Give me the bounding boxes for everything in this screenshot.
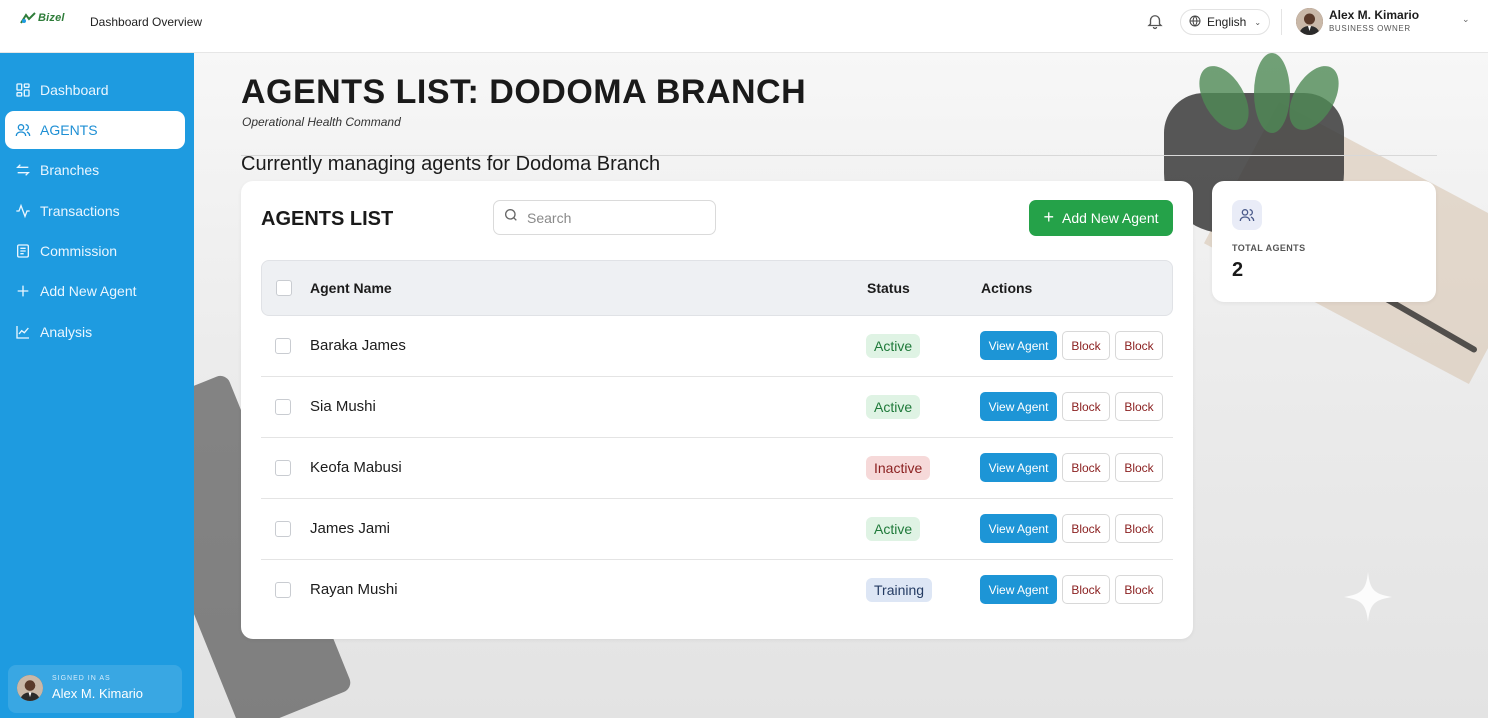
table-row[interactable]: Sia Mushi Active View Agent Block Block [261, 377, 1173, 438]
row-checkbox[interactable] [275, 582, 291, 598]
user-name: Alex M. Kimario [1329, 8, 1420, 22]
search-box[interactable] [493, 200, 716, 235]
search-input[interactable] [527, 209, 697, 226]
users-icon [15, 122, 31, 138]
users-icon [1232, 200, 1262, 230]
user-role: BUSINESS OWNER [1329, 24, 1411, 33]
agent-name: Baraka James [310, 337, 406, 354]
header-divider [1281, 9, 1282, 35]
language-label: English [1207, 15, 1247, 29]
view-agent-button[interactable]: View Agent [980, 575, 1057, 604]
page-description: Currently managing agents for Dodoma Bra… [241, 153, 661, 175]
stat-value: 2 [1232, 259, 1244, 281]
block-button[interactable]: Block [1062, 514, 1110, 543]
table-header: Agent Name Status Actions [261, 260, 1173, 316]
view-agent-button[interactable]: View Agent [980, 331, 1057, 360]
block-button[interactable]: Block [1062, 453, 1110, 482]
globe-icon [1189, 15, 1201, 30]
background-decoration [1254, 53, 1290, 133]
sidebar-item-add-new-agent[interactable]: Add New Agent [5, 272, 185, 310]
chevron-down-icon: ⌄ [1254, 17, 1262, 27]
sidebar-item-label: Branches [40, 162, 100, 178]
activity-icon [15, 203, 31, 219]
status-badge: Active [866, 334, 921, 358]
page-title: AGENTS LIST: DODOMA BRANCH [241, 73, 807, 111]
signed-in-card[interactable]: SIGNED IN AS Alex M. Kimario [8, 665, 182, 713]
view-agent-button[interactable]: View Agent [980, 392, 1057, 421]
top-title: Dashboard Overview [90, 15, 203, 29]
card-title: AGENTS LIST [261, 208, 394, 230]
language-selector[interactable]: English ⌄ [1180, 9, 1270, 35]
sidebar-item-label: AGENTS [40, 122, 98, 138]
block-button[interactable]: Block [1062, 331, 1110, 360]
block-button[interactable]: Block [1062, 392, 1110, 421]
table-row[interactable]: James Jami Active View Agent Block Block [261, 499, 1173, 560]
avatar [17, 675, 43, 701]
agent-name: Keofa Mabusi [310, 459, 402, 476]
add-new-agent-label: Add New Agent [1062, 210, 1159, 226]
agents-list-card: AGENTS LIST + Add New Agent Agent Name S… [241, 181, 1193, 639]
sidebar-item-agents[interactable]: AGENTS [5, 111, 185, 149]
column-header-actions: Actions [981, 280, 1033, 296]
block-button[interactable]: Block [1115, 514, 1163, 543]
row-checkbox[interactable] [275, 338, 291, 354]
block-button[interactable]: Block [1115, 392, 1163, 421]
top-bar: Bizel Dashboard Overview English ⌄ Alex … [0, 0, 1488, 53]
sidebar-item-commission[interactable]: Commission [5, 232, 185, 270]
sidebar: Dashboard AGENTS Branches Transactions C… [0, 53, 194, 718]
view-agent-button[interactable]: View Agent [980, 514, 1057, 543]
arrows-icon [15, 162, 31, 178]
status-badge: Active [866, 395, 921, 419]
view-agent-button[interactable]: View Agent [980, 453, 1057, 482]
agent-name: James Jami [310, 520, 391, 537]
plus-icon [15, 283, 31, 299]
status-badge: Active [866, 517, 921, 541]
block-button[interactable]: Block [1062, 575, 1110, 604]
table-row[interactable]: Keofa Mabusi Inactive View Agent Block B… [261, 438, 1173, 499]
sidebar-item-label: Commission [40, 243, 118, 259]
table-row[interactable]: Baraka James Active View Agent Block Blo… [261, 316, 1173, 377]
signed-in-name: Alex M. Kimario [52, 686, 144, 701]
agent-name: Rayan Mushi [310, 581, 398, 598]
search-icon [503, 207, 519, 228]
grid-icon [15, 82, 31, 98]
plus-icon: + [1043, 207, 1054, 227]
column-header-status[interactable]: Status [867, 280, 910, 296]
sidebar-item-label: Transactions [40, 203, 120, 219]
chart-line-icon [15, 324, 31, 340]
receipt-icon [15, 243, 31, 259]
column-header-agent-name[interactable]: Agent Name [310, 280, 392, 296]
sidebar-item-label: Analysis [40, 324, 93, 340]
avatar[interactable] [1296, 8, 1323, 35]
logo-mark-icon [20, 12, 36, 24]
block-button[interactable]: Block [1115, 575, 1163, 604]
user-menu-chevron-icon[interactable]: ⌄ [1462, 14, 1470, 25]
status-badge: Training [866, 578, 933, 602]
sidebar-item-branches[interactable]: Branches [5, 151, 185, 189]
total-agents-card: TOTAL AGENTS 2 [1212, 181, 1436, 302]
status-badge: Inactive [866, 456, 931, 480]
row-checkbox[interactable] [275, 521, 291, 537]
add-new-agent-button[interactable]: + Add New Agent [1029, 200, 1173, 236]
logo-text: Bizel [38, 12, 65, 24]
table-row[interactable]: Rayan Mushi Training View Agent Block Bl… [261, 560, 1173, 621]
stat-label: TOTAL AGENTS [1232, 243, 1306, 253]
block-button[interactable]: Block [1115, 453, 1163, 482]
sidebar-item-label: Add New Agent [40, 283, 137, 299]
sparkle-icon [1344, 572, 1392, 622]
page-subtitle: Operational Health Command [242, 115, 401, 129]
app-logo[interactable]: Bizel [20, 12, 65, 24]
block-button[interactable]: Block [1115, 331, 1163, 360]
row-checkbox[interactable] [275, 460, 291, 476]
select-all-checkbox[interactable] [276, 280, 292, 296]
signed-in-label: SIGNED IN AS [52, 675, 111, 682]
bell-icon[interactable] [1146, 12, 1164, 30]
row-checkbox[interactable] [275, 399, 291, 415]
sidebar-item-transactions[interactable]: Transactions [5, 192, 185, 230]
agent-name: Sia Mushi [310, 398, 376, 415]
sidebar-item-dashboard[interactable]: Dashboard [5, 71, 185, 109]
sidebar-item-label: Dashboard [40, 82, 109, 98]
sidebar-item-analysis[interactable]: Analysis [5, 313, 185, 351]
